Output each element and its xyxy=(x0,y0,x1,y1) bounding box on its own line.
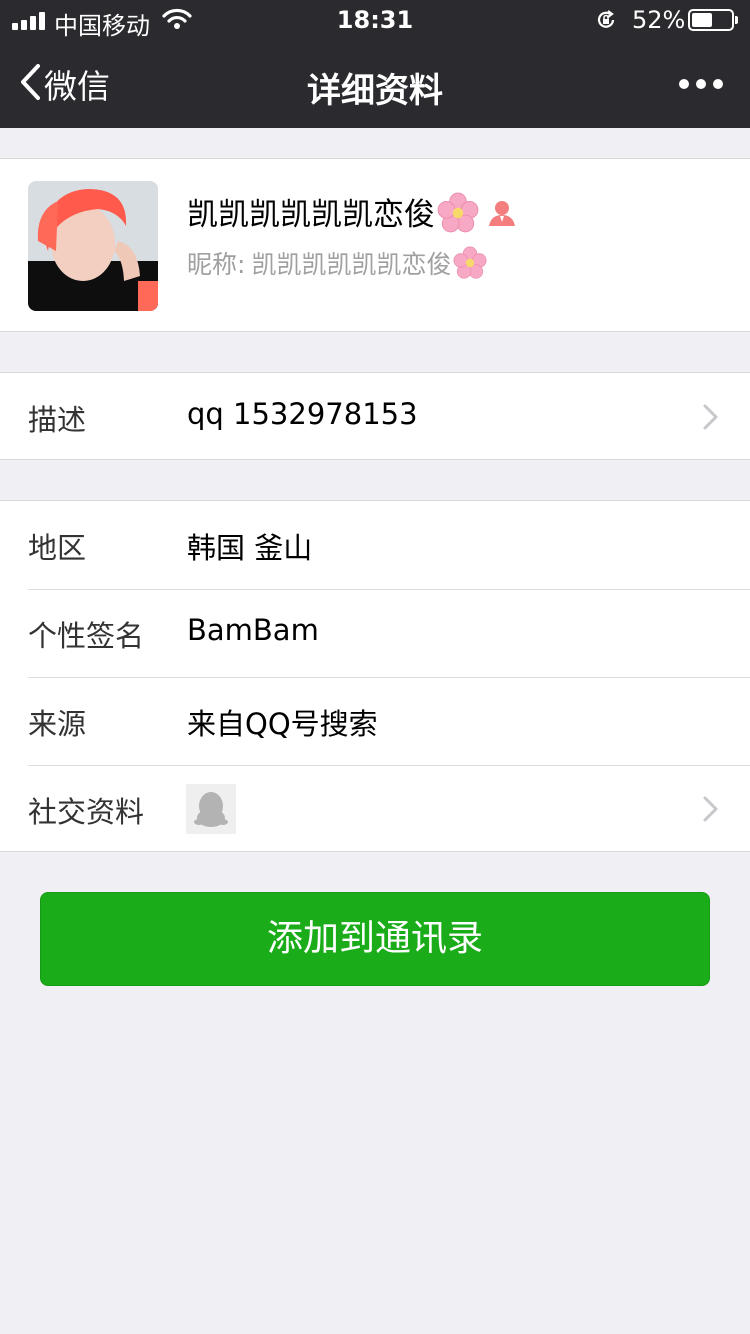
header-bar: 中国移动 18:31 52% 微信 详细资料 xyxy=(0,0,750,128)
more-options-button[interactable] xyxy=(676,70,726,98)
social-profile-row[interactable]: 社交资料 xyxy=(0,765,750,853)
signature-label: 个性签名 xyxy=(28,619,145,653)
page-title: 详细资料 xyxy=(307,71,443,111)
profile-nickname: 昵称: 凯凯凯凯凯凯恋俊 xyxy=(187,245,487,286)
source-label: 来源 xyxy=(28,707,87,741)
description-card: 描述 qq 1532978153 xyxy=(0,372,750,460)
female-icon xyxy=(487,198,517,236)
cherry-blossom-icon xyxy=(437,192,479,242)
description-value: qq 1532978153 xyxy=(187,397,418,431)
chevron-right-icon xyxy=(702,795,720,827)
description-label: 描述 xyxy=(28,403,87,437)
profile-card: 凯凯凯凯凯凯恋俊 昵称: 凯凯凯凯凯凯恋俊 xyxy=(0,158,750,332)
nickname-label: 昵称: xyxy=(187,250,246,279)
social-profile-label: 社交资料 xyxy=(28,795,145,829)
cherry-blossom-icon xyxy=(453,246,487,286)
info-card: 地区 韩国 釜山 个性签名 BamBam 来源 来自QQ号搜索 社交资料 xyxy=(0,500,750,852)
battery-icon xyxy=(688,9,738,31)
source-row: 来源 来自QQ号搜索 xyxy=(0,677,750,765)
rotation-lock-icon xyxy=(594,8,618,38)
more-dots-icon xyxy=(679,79,723,89)
signature-row: 个性签名 BamBam xyxy=(0,589,750,677)
region-row: 地区 韩国 釜山 xyxy=(0,501,750,589)
chevron-right-icon xyxy=(702,403,720,435)
nickname-value: 凯凯凯凯凯凯恋俊 xyxy=(251,250,452,279)
status-bar: 中国移动 18:31 52% xyxy=(0,0,750,40)
region-label: 地区 xyxy=(28,531,87,565)
signature-value: BamBam xyxy=(187,613,319,647)
battery-percentage: 52% xyxy=(632,6,686,34)
description-row[interactable]: 描述 qq 1532978153 xyxy=(0,373,750,461)
source-value: 来自QQ号搜索 xyxy=(187,707,378,741)
profile-name-text: 凯凯凯凯凯凯恋俊 xyxy=(187,197,435,233)
qq-penguin-icon xyxy=(186,784,236,834)
add-to-contacts-button[interactable]: 添加到通讯录 xyxy=(40,892,710,986)
avatar[interactable] xyxy=(28,181,158,311)
region-value: 韩国 釜山 xyxy=(187,531,313,565)
profile-name: 凯凯凯凯凯凯恋俊 xyxy=(187,189,517,242)
